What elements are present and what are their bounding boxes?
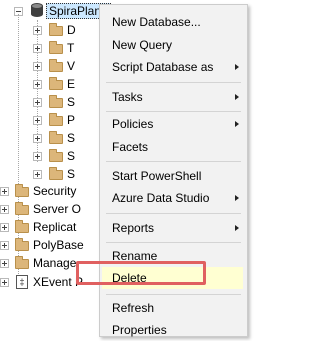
tree-row-child[interactable]: V <box>0 57 100 75</box>
expand-icon[interactable] <box>33 26 42 35</box>
menu-item-label: Policies <box>112 117 154 131</box>
menu-separator <box>106 294 241 295</box>
folder-icon <box>15 202 29 215</box>
expand-icon[interactable] <box>33 80 42 89</box>
tree-row-child[interactable]: D <box>0 21 100 39</box>
expand-icon[interactable] <box>33 62 42 71</box>
context-menu: New Database... New Query Script Databas… <box>99 4 248 337</box>
expand-icon[interactable] <box>0 259 9 268</box>
tree-label-child[interactable]: S <box>67 129 75 147</box>
tree-row-server-objects[interactable]: Server O <box>0 200 100 218</box>
folder-icon <box>49 149 63 162</box>
tree-row-child[interactable]: S <box>0 165 100 183</box>
chevron-right-icon <box>235 225 239 231</box>
tree-label-sibling[interactable]: Manage <box>33 254 76 272</box>
menu-item-new-query[interactable]: New Query <box>101 34 246 56</box>
menu-item-label: Script Database as <box>112 60 214 74</box>
menu-item-label: Tasks <box>112 90 143 104</box>
tree-label-sibling[interactable]: Replicat <box>33 218 76 236</box>
xevent-profiler-icon: ‡ <box>16 275 28 289</box>
menu-separator <box>106 213 241 214</box>
tree-label-child[interactable]: S <box>67 165 75 183</box>
delete-highlight-box <box>76 261 206 285</box>
folder-icon <box>15 220 29 233</box>
menu-item-azure-data-studio[interactable]: Azure Data Studio <box>101 187 246 209</box>
menu-item-tasks[interactable]: Tasks <box>101 86 246 108</box>
menu-item-new-database[interactable]: New Database... <box>101 11 246 33</box>
tree-label-sibling[interactable]: Server O <box>33 200 81 218</box>
expand-icon[interactable] <box>33 116 42 125</box>
tree-row-replication[interactable]: Replicat <box>0 218 100 236</box>
expand-icon[interactable] <box>33 134 42 143</box>
tree-label-sibling[interactable]: Security <box>33 182 76 200</box>
tree-label-child[interactable]: D <box>67 21 76 39</box>
expand-icon[interactable] <box>33 152 42 161</box>
tree-label-child[interactable]: P <box>67 111 75 129</box>
tree-row-child[interactable]: P <box>0 111 100 129</box>
tree-label-child[interactable]: S <box>67 93 75 111</box>
expand-icon[interactable] <box>33 170 42 179</box>
folder-icon <box>15 238 29 251</box>
chevron-right-icon <box>235 195 239 201</box>
tree-row-security[interactable]: Security <box>0 182 100 200</box>
menu-item-label: Start PowerShell <box>112 169 202 183</box>
tree-row-root[interactable]: SpiraPlan1 <box>0 2 111 20</box>
tree-row-child[interactable]: E <box>0 75 100 93</box>
tree-label-child[interactable]: E <box>67 75 75 93</box>
chevron-right-icon <box>235 64 239 70</box>
folder-icon <box>49 95 63 108</box>
menu-item-label: Properties <box>112 323 167 337</box>
chevron-right-icon <box>235 94 239 100</box>
menu-item-label: Facets <box>112 140 149 154</box>
tree-label-child[interactable]: V <box>67 57 75 75</box>
chevron-right-icon <box>235 121 239 127</box>
tree-label-child[interactable]: T <box>67 39 74 57</box>
menu-separator <box>106 242 241 243</box>
menu-item-label: Azure Data Studio <box>112 191 210 205</box>
folder-icon <box>49 167 63 180</box>
expand-icon[interactable] <box>0 187 9 196</box>
menu-item-label: New Database... <box>112 15 201 29</box>
menu-separator <box>106 111 241 112</box>
menu-item-properties[interactable]: Properties <box>101 319 246 341</box>
folder-icon <box>49 59 63 72</box>
menu-item-refresh[interactable]: Refresh <box>101 297 246 319</box>
expand-icon[interactable] <box>0 205 9 214</box>
menu-item-label: Refresh <box>112 301 155 315</box>
menu-item-start-powershell[interactable]: Start PowerShell <box>101 165 246 187</box>
tree-row-child[interactable]: S <box>0 147 100 165</box>
menu-item-facets[interactable]: Facets <box>101 136 246 158</box>
tree-row-child[interactable]: S <box>0 93 100 111</box>
tree-label-sibling[interactable]: PolyBase <box>33 236 84 254</box>
menu-item-reports[interactable]: Reports <box>101 217 246 239</box>
expand-icon[interactable] <box>33 44 42 53</box>
folder-icon <box>49 131 63 144</box>
menu-item-script-database-as[interactable]: Script Database as <box>101 56 246 78</box>
folder-icon <box>49 23 63 36</box>
menu-item-label: Reports <box>112 221 155 235</box>
menu-separator <box>106 161 241 162</box>
expand-icon[interactable] <box>33 98 42 107</box>
folder-icon <box>49 77 63 90</box>
tree-row-polybase[interactable]: PolyBase <box>0 236 100 254</box>
menu-item-policies[interactable]: Policies <box>101 113 246 135</box>
tree-row-child[interactable]: T <box>0 39 100 57</box>
menu-separator <box>106 82 241 83</box>
expand-icon[interactable] <box>0 278 9 287</box>
menu-item-label: New Query <box>112 38 173 52</box>
tree-label-child[interactable]: S <box>67 147 75 165</box>
folder-icon <box>15 256 29 269</box>
folder-icon <box>15 184 29 197</box>
database-icon <box>31 3 43 18</box>
folder-icon <box>49 41 63 54</box>
expand-icon[interactable] <box>0 241 9 250</box>
tree-row-child[interactable]: S <box>0 129 100 147</box>
folder-icon <box>49 113 63 126</box>
expand-icon[interactable] <box>0 223 9 232</box>
